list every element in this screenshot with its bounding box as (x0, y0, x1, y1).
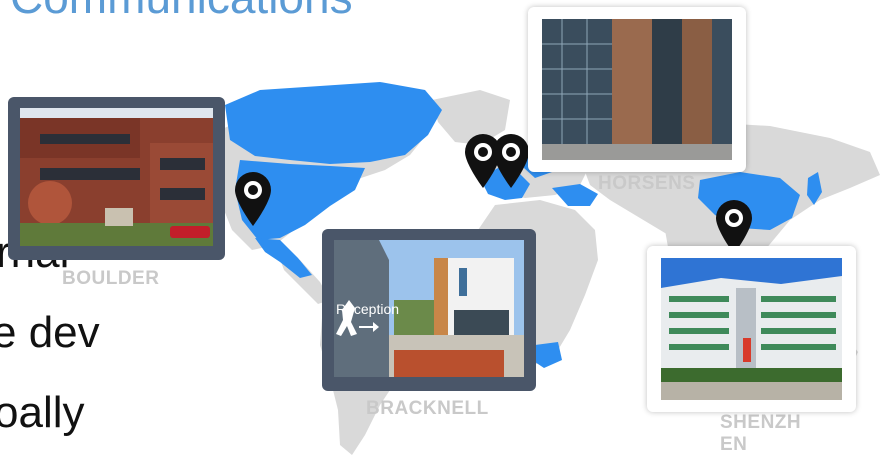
office-building-photo (542, 19, 732, 160)
city-label-bracknell: BRACKNELL (366, 398, 489, 419)
office-building-photo (20, 108, 213, 246)
bullet-text-3: oally (0, 388, 85, 437)
reception-sign-text: Reception (336, 301, 400, 317)
city-label-boulder: BOULDER (62, 268, 160, 289)
photo-frame-horsens (528, 7, 746, 172)
city-label-shenzhen: SHENZH EN (720, 412, 802, 455)
map-marker-icon[interactable] (490, 132, 532, 190)
office-building-photo (661, 258, 842, 400)
map-marker-icon[interactable] (232, 170, 274, 228)
photo-frame-boulder (8, 97, 225, 260)
slide-title: Communications (10, 0, 353, 24)
photo-frame-bracknell: Reception (322, 229, 536, 391)
photo-frame-shenzhen (647, 246, 856, 412)
bullet-text-2: e dev (0, 308, 100, 357)
city-label-horsens: HORSENS (598, 173, 696, 194)
